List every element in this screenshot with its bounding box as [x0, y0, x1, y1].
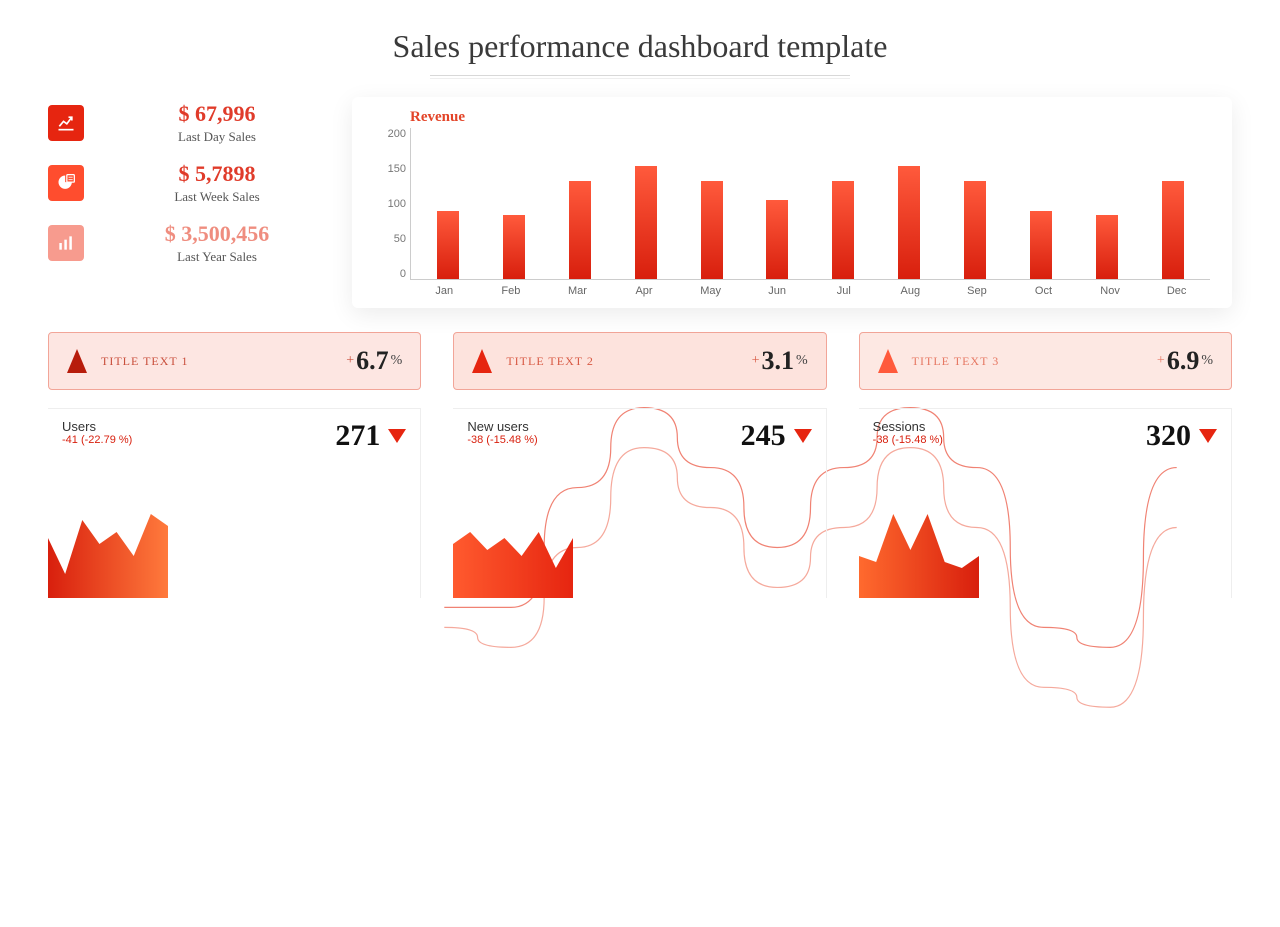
x-tick: Feb [500, 285, 522, 297]
stat-body: $ 5,7898 Last Week Sales [106, 161, 328, 205]
mini-head: New users-38 (-15.48 %) 245 [453, 409, 825, 453]
y-tick: 150 [388, 163, 406, 175]
mini-area-chart [453, 478, 573, 598]
mini-chart: Sessions-38 (-15.48 %) 320 [859, 408, 1232, 598]
mini-title: Users [62, 419, 132, 434]
revenue-bar [701, 181, 723, 279]
stat-value: $ 5,7898 [106, 161, 328, 187]
mini-head: Sessions-38 (-15.48 %) 320 [859, 409, 1231, 453]
title-card: TITLE TEXT 1+6.7% [48, 332, 421, 390]
mini-value-wrap: 271 [335, 419, 406, 453]
mini-value-wrap: 245 [741, 419, 812, 453]
bar-chart-icon [48, 225, 84, 261]
mini-charts-row: Users-41 (-22.79 %)271New users-38 (-15.… [0, 390, 1280, 598]
y-tick: 200 [388, 128, 406, 140]
revenue-x-axis: Jan Feb Mar Apr May Jun Jul Aug Sep Oct Nov Dec [411, 285, 1210, 297]
revenue-bar [1162, 181, 1184, 279]
triangle-up-icon [878, 349, 898, 373]
mini-head: Users-41 (-22.79 %) 271 [48, 409, 420, 453]
x-tick: Dec [1166, 285, 1188, 297]
revenue-bars [411, 128, 1210, 279]
stat-body: $ 3,500,456 Last Year Sales [106, 221, 328, 265]
mini-chart: Users-41 (-22.79 %) 271 [48, 408, 421, 598]
x-tick: Apr [633, 285, 655, 297]
triangle-up-icon [67, 349, 87, 373]
chart-line-up-icon [48, 105, 84, 141]
top-row: $ 67,996 Last Day Sales $ 5,7898 Last Week … [0, 97, 1280, 308]
revenue-plot: 200 150 100 50 0 Jan Feb Mar Apr May Jun Jul Aug Sep… [374, 128, 1210, 298]
title-card-value: 3.1 [761, 346, 794, 376]
mini-title: New users [467, 419, 537, 434]
revenue-bar [766, 200, 788, 279]
title-card-label: TITLE TEXT 2 [506, 354, 751, 369]
x-tick: May [700, 285, 722, 297]
stat-label: Last Week Sales [106, 189, 328, 205]
pie-calc-icon [48, 165, 84, 201]
stat-item: $ 5,7898 Last Week Sales [48, 161, 328, 205]
page-title: Sales performance dashboard template [0, 0, 1280, 65]
y-tick: 0 [400, 268, 406, 280]
mini-value: 320 [1146, 419, 1191, 453]
title-card-suffix: % [796, 353, 808, 369]
stat-item: $ 67,996 Last Day Sales [48, 101, 328, 145]
title-card-suffix: % [1201, 353, 1213, 369]
revenue-bar [898, 166, 920, 279]
title-card-prefix: + [1157, 353, 1165, 369]
mini-title: Sessions [873, 419, 943, 434]
title-card: TITLE TEXT 2+3.1% [453, 332, 826, 390]
y-tick: 100 [388, 198, 406, 210]
mini-delta: -38 (-15.48 %) [467, 434, 537, 446]
title-card-value: 6.7 [356, 346, 389, 376]
stat-value: $ 67,996 [106, 101, 328, 127]
x-tick: Oct [1032, 285, 1054, 297]
title-card-prefix: + [346, 353, 354, 369]
x-tick: Jan [433, 285, 455, 297]
stat-item: $ 3,500,456 Last Year Sales [48, 221, 328, 265]
mini-area-chart [859, 478, 979, 598]
title-card-value: 6.9 [1167, 346, 1200, 376]
title-card-label: TITLE TEXT 1 [101, 354, 346, 369]
revenue-bar [569, 181, 591, 279]
stat-value: $ 3,500,456 [106, 221, 328, 247]
x-tick: Jul [833, 285, 855, 297]
revenue-bar [437, 211, 459, 279]
revenue-card: Revenue 200 150 100 50 0 Jan Feb Mar Apr May Jun J… [352, 97, 1232, 308]
revenue-bars-wrap: JanFebMarAprMayJunJulAugSepOctNovDec [410, 128, 1210, 280]
mini-area-chart [48, 478, 168, 598]
x-tick: Sep [966, 285, 988, 297]
x-tick: Nov [1099, 285, 1121, 297]
revenue-bar [1096, 215, 1118, 279]
x-tick: Jun [766, 285, 788, 297]
revenue-bar [832, 181, 854, 279]
mini-value: 271 [335, 419, 380, 453]
triangle-up-icon [472, 349, 492, 373]
mini-chart: New users-38 (-15.48 %) 245 [453, 408, 826, 598]
title-card: TITLE TEXT 3+6.9% [859, 332, 1232, 390]
stats-column: $ 67,996 Last Day Sales $ 5,7898 Last Week … [48, 97, 328, 308]
stat-label: Last Year Sales [106, 249, 328, 265]
title-divider [430, 75, 850, 79]
title-card-label: TITLE TEXT 3 [912, 354, 1157, 369]
x-tick: Aug [899, 285, 921, 297]
revenue-bar [1030, 211, 1052, 279]
title-card-prefix: + [752, 353, 760, 369]
triangle-down-icon [1199, 429, 1217, 443]
stat-body: $ 67,996 Last Day Sales [106, 101, 328, 145]
title-cards-row: TITLE TEXT 1+6.7%TITLE TEXT 2+3.1%TITLE … [0, 308, 1280, 390]
revenue-y-axis: 200 150 100 50 0 [374, 128, 410, 298]
mini-value: 245 [741, 419, 786, 453]
stat-label: Last Day Sales [106, 129, 328, 145]
title-card-suffix: % [391, 353, 403, 369]
triangle-down-icon [794, 429, 812, 443]
revenue-bar [964, 181, 986, 279]
revenue-title: Revenue [410, 109, 1210, 126]
mini-value-wrap: 320 [1146, 419, 1217, 453]
revenue-bar [503, 215, 525, 279]
revenue-bar [635, 166, 657, 279]
mini-delta: -38 (-15.48 %) [873, 434, 943, 446]
x-tick: Mar [566, 285, 588, 297]
triangle-down-icon [388, 429, 406, 443]
mini-delta: -41 (-22.79 %) [62, 434, 132, 446]
y-tick: 50 [394, 233, 406, 245]
